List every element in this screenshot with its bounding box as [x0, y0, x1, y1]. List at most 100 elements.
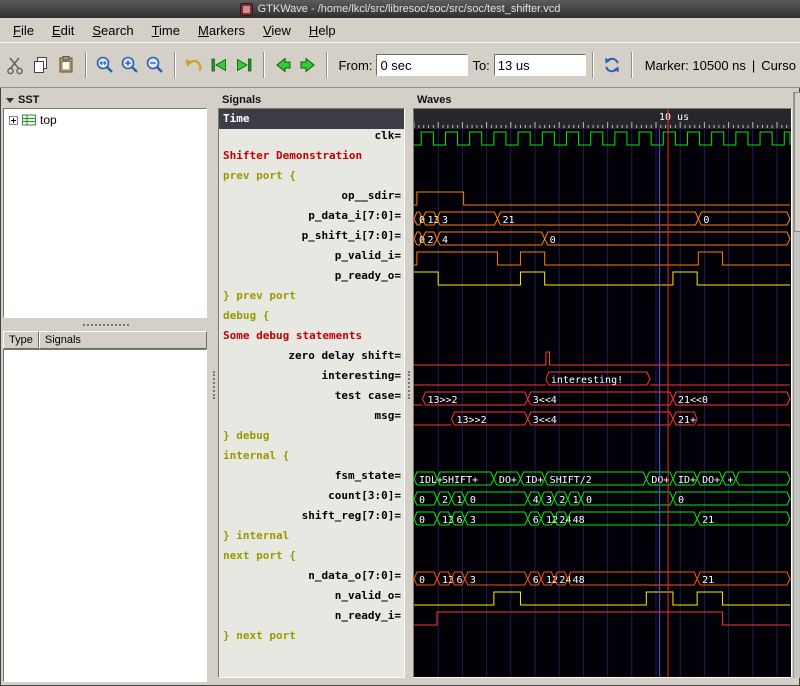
to-input[interactable]: [494, 54, 586, 76]
to-start-button[interactable]: [207, 52, 232, 79]
sst-signal-list[interactable]: [3, 349, 207, 682]
menu-time[interactable]: Time: [143, 20, 189, 41]
signal-row[interactable]: } prev port: [219, 289, 404, 309]
signal-row[interactable]: n_data_o[7:0]=: [219, 569, 404, 589]
signal-row[interactable]: n_valid_o=: [219, 589, 404, 609]
toolbar: From: To: Marker: 10500 ns | Curso: [0, 42, 800, 88]
signal-row[interactable]: test case=: [219, 389, 404, 409]
signal-row[interactable]: Shifter Demonstration: [219, 149, 404, 169]
svg-text:12: 12: [546, 515, 558, 526]
pane-splitter-horizontal[interactable]: [2, 318, 210, 331]
signal-row[interactable]: clk=: [219, 129, 404, 149]
signal-row[interactable]: internal {: [219, 449, 404, 469]
svg-text:0: 0: [419, 215, 425, 226]
svg-text:0: 0: [678, 495, 684, 506]
signal-row[interactable]: p_ready_o=: [219, 269, 404, 289]
svg-text:6: 6: [457, 515, 463, 526]
expander-icon[interactable]: [9, 116, 18, 125]
shift-left-button[interactable]: [271, 52, 296, 79]
svg-text:interesting!: interesting!: [551, 375, 623, 386]
zoom-in-icon: [120, 55, 140, 75]
svg-text:21+: 21+: [678, 415, 696, 426]
cut-button[interactable]: [4, 52, 29, 79]
svg-text:21<<0: 21<<0: [678, 395, 708, 406]
svg-text:3<<4: 3<<4: [533, 415, 557, 426]
svg-text:6: 6: [533, 575, 539, 586]
svg-text:3: 3: [470, 515, 476, 526]
signal-row[interactable]: n_ready_i=: [219, 609, 404, 629]
zoom-fit-button[interactable]: [93, 52, 118, 79]
menu-file[interactable]: File: [4, 20, 43, 41]
svg-text:10 us: 10 us: [659, 112, 689, 123]
from-label: From:: [338, 58, 372, 73]
signal-row[interactable]: } debug: [219, 429, 404, 449]
menu-markers[interactable]: Markers: [189, 20, 254, 41]
wave-vscrollbar-thumb[interactable]: [794, 92, 800, 232]
signal-row[interactable]: } next port: [219, 629, 404, 649]
signal-row[interactable]: } internal: [219, 529, 404, 549]
signal-row[interactable]: op__sdir=: [219, 189, 404, 209]
menu-search[interactable]: Search: [83, 20, 142, 41]
type-column-header[interactable]: Type: [3, 331, 39, 349]
signal-row[interactable]: p_data_i[7:0]=: [219, 209, 404, 229]
svg-text:4: 4: [533, 495, 539, 506]
svg-text:24: 24: [559, 515, 571, 526]
svg-text:+: +: [728, 475, 734, 486]
splitter-grip: [83, 324, 129, 326]
menu-edit[interactable]: Edit: [43, 20, 83, 41]
signal-row[interactable]: p_valid_i=: [219, 249, 404, 269]
undo-button[interactable]: [182, 52, 207, 79]
menu-help[interactable]: Help: [300, 20, 345, 41]
copy-button[interactable]: [29, 52, 54, 79]
signals-title: Signals: [222, 94, 261, 106]
signals-panel-label: Signals: [218, 92, 405, 108]
svg-text:ID+: ID+: [525, 475, 543, 486]
reload-icon: [602, 55, 622, 75]
zoom-fit-icon: [95, 55, 115, 75]
to-end-button[interactable]: [232, 52, 257, 79]
toolbar-pipe: |: [752, 58, 755, 73]
svg-text:3: 3: [470, 575, 476, 586]
signals-column-header[interactable]: Signals: [39, 331, 207, 349]
window-title: GTKWave - /home/lkcl/src/libresoc/soc/sr…: [258, 3, 561, 15]
wave-canvas[interactable]: 10 us01332100240interesting!13>>23<<421<…: [414, 109, 791, 677]
pane-splitter[interactable]: [406, 92, 412, 678]
signal-row[interactable]: msg=: [219, 409, 404, 429]
pane-splitter[interactable]: [211, 92, 217, 678]
svg-text:13>>2: 13>>2: [427, 395, 457, 406]
signal-row[interactable]: shift_reg[7:0]=: [219, 509, 404, 529]
signal-row[interactable]: Some debug statements: [219, 329, 404, 349]
signal-row[interactable]: debug {: [219, 309, 404, 329]
time-header: Time: [219, 109, 404, 129]
tree-item-label: top: [40, 113, 57, 127]
tree-item-top[interactable]: top: [7, 112, 203, 128]
signal-row[interactable]: p_shift_i[7:0]=: [219, 229, 404, 249]
zoom-out-button[interactable]: [143, 52, 168, 79]
sst-tree[interactable]: top: [3, 108, 207, 318]
collapse-arrow-icon[interactable]: [6, 98, 14, 103]
signal-row[interactable]: interesting=: [219, 369, 404, 389]
wave-vscrollbar[interactable]: [793, 92, 800, 678]
menu-view[interactable]: View: [254, 20, 300, 41]
from-input[interactable]: [376, 54, 468, 76]
zoom-in-button[interactable]: [118, 52, 143, 79]
shift-right-icon: [298, 55, 318, 75]
toolbar-separator: [174, 52, 176, 78]
signal-row[interactable]: zero delay shift=: [219, 349, 404, 369]
signal-row[interactable]: next port {: [219, 549, 404, 569]
module-icon: [22, 114, 36, 126]
svg-text:48: 48: [573, 515, 585, 526]
shift-right-button[interactable]: [296, 52, 321, 79]
signal-row[interactable]: prev port {: [219, 169, 404, 189]
toolbar-separator: [85, 52, 87, 78]
signal-row[interactable]: count[3:0]=: [219, 489, 404, 509]
waves-title: Waves: [417, 94, 451, 106]
titlebar[interactable]: GTKWave - /home/lkcl/src/libresoc/soc/sr…: [0, 0, 800, 18]
to-end-icon: [234, 55, 254, 75]
signal-row[interactable]: fsm_state=: [219, 469, 404, 489]
svg-text:21: 21: [502, 215, 514, 226]
reload-button[interactable]: [600, 52, 625, 79]
svg-text:DO+: DO+: [499, 475, 517, 486]
paste-button[interactable]: [54, 52, 79, 79]
splitter-grip: [213, 371, 215, 399]
